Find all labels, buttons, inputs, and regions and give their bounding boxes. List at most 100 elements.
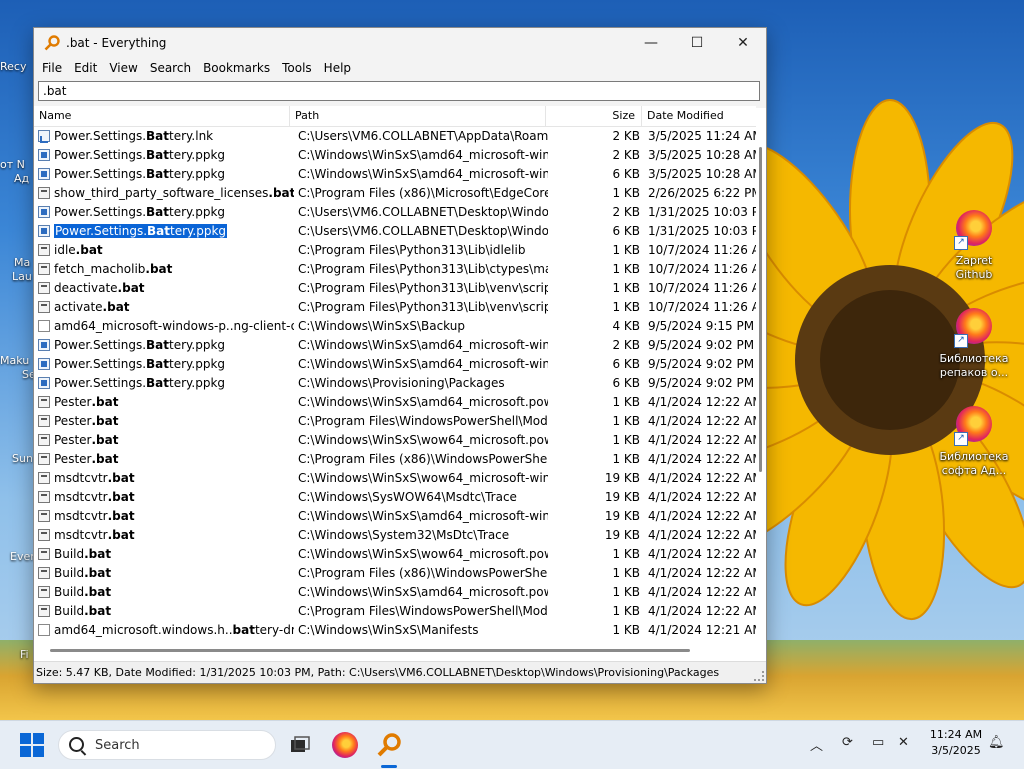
desktop-icon-label[interactable]: Maku xyxy=(0,354,29,367)
file-row[interactable]: msdtcvtr.bat C:\Windows\System32\MsDtc\Tr… xyxy=(34,526,756,545)
file-path: C:\Windows\WinSxS\amd64_microsoft-wind..… xyxy=(298,338,548,352)
file-row[interactable]: Pester.bat C:\Program Files (x86)\Windows… xyxy=(34,450,756,469)
file-row[interactable]: Power.Settings.Battery.ppkg C:\Users\VM6.… xyxy=(34,222,756,241)
menu-file[interactable]: File xyxy=(36,61,68,75)
firefox-shortcut-icon: ↗ xyxy=(954,406,994,446)
taskbar-search[interactable]: Search xyxy=(58,730,276,760)
file-row[interactable]: msdtcvtr.bat C:\Windows\WinSxS\amd64_micr… xyxy=(34,507,756,526)
file-bat-icon xyxy=(38,244,50,256)
file-row[interactable]: Build.bat C:\Windows\WinSxS\amd64_microso… xyxy=(34,583,756,602)
file-row[interactable]: Power.Settings.Battery.ppkg C:\Users\VM6.… xyxy=(34,203,756,222)
firefox-shortcut-icon: ↗ xyxy=(954,210,994,250)
desktop-icon-label[interactable]: Lau xyxy=(12,270,32,283)
file-row[interactable]: amd64_microsoft.windows.h..battery-driv.… xyxy=(34,621,756,640)
file-row[interactable]: Power.Settings.Battery.lnk C:\Users\VM6.C… xyxy=(34,127,756,146)
chevron-up-icon[interactable]: ︿ xyxy=(810,735,823,754)
file-row[interactable]: Pester.bat C:\Program Files\WindowsPowerS… xyxy=(34,412,756,431)
menu-edit[interactable]: Edit xyxy=(68,61,103,75)
desktop-icon-zapret[interactable]: ↗ Zapret Github xyxy=(936,208,1012,282)
file-row[interactable]: Build.bat C:\Windows\WinSxS\wow64_microso… xyxy=(34,545,756,564)
file-row[interactable]: Pester.bat C:\Windows\WinSxS\amd64_micros… xyxy=(34,393,756,412)
file-row[interactable]: Power.Settings.Battery.ppkg C:\Windows\Wi… xyxy=(34,355,756,374)
menu-help[interactable]: Help xyxy=(318,61,357,75)
desktop-icon-label[interactable]: Ever xyxy=(10,550,35,563)
file-bat-icon xyxy=(38,529,50,541)
file-bat-icon xyxy=(38,548,50,560)
file-name: msdtcvtr.bat xyxy=(54,528,135,542)
file-row[interactable]: idle.bat C:\Program Files\Python313\Lib\i… xyxy=(34,241,756,260)
file-row[interactable]: Pester.bat C:\Windows\WinSxS\wow64_micros… xyxy=(34,431,756,450)
close-button[interactable]: ✕ xyxy=(720,28,766,58)
file-ppkg-icon xyxy=(38,168,50,180)
file-row[interactable]: amd64_microsoft-windows-p..ng-client-o..… xyxy=(34,317,756,336)
file-row[interactable]: Build.bat C:\Program Files (x86)\WindowsP… xyxy=(34,564,756,583)
file-name: Pester.bat xyxy=(54,414,119,428)
file-bat-icon xyxy=(38,567,50,579)
column-name[interactable]: Name xyxy=(34,106,290,126)
vertical-scrollbar[interactable] xyxy=(756,127,762,645)
search-input[interactable] xyxy=(38,81,760,101)
file-row[interactable]: Power.Settings.Battery.ppkg C:\Windows\Wi… xyxy=(34,146,756,165)
desktop-icon-label[interactable]: Ма xyxy=(14,256,30,269)
menu-view[interactable]: View xyxy=(103,61,143,75)
menu-bookmarks[interactable]: Bookmarks xyxy=(197,61,276,75)
file-row[interactable]: msdtcvtr.bat C:\Windows\WinSxS\wow64_micr… xyxy=(34,469,756,488)
taskbar: Search ︿ ⟳ ▭ ✕ 11:24 AM 3/5/2025 🔔︎ xyxy=(0,720,1024,769)
file-date-modified: 9/5/2024 9:02 PM xyxy=(648,376,755,390)
menu-tools[interactable]: Tools xyxy=(276,61,318,75)
sync-icon[interactable]: ⟳ xyxy=(842,735,853,750)
file-row[interactable]: show_third_party_software_licenses.bat C:… xyxy=(34,184,756,203)
file-path: C:\Users\VM6.COLLABNET\Desktop\Window... xyxy=(298,205,548,219)
desktop-icon-repack-library[interactable]: ↗ Библиотека репаков о... xyxy=(936,306,1012,380)
everything-taskbar-icon[interactable] xyxy=(375,731,403,759)
maximize-button[interactable]: ☐ xyxy=(674,28,720,58)
resize-grip[interactable] xyxy=(754,671,764,681)
notification-bell-icon[interactable]: 🔔︎ xyxy=(988,735,1005,750)
desktop-icon-label[interactable]: Fi xyxy=(20,648,29,661)
system-clock[interactable]: 11:24 AM 3/5/2025 xyxy=(920,727,992,759)
file-bat-icon xyxy=(38,282,50,294)
desktop-icon-label[interactable]: Sun xyxy=(12,452,33,465)
menu-search[interactable]: Search xyxy=(144,61,197,75)
file-date-modified: 4/1/2024 12:22 AM xyxy=(648,528,756,542)
file-name: amd64_microsoft.windows.h..battery-driv.… xyxy=(54,623,294,637)
column-path[interactable]: Path xyxy=(290,106,546,126)
title-bar[interactable]: .bat - Everything — ☐ ✕ xyxy=(34,28,766,58)
minimize-button[interactable]: — xyxy=(628,28,674,58)
firefox-taskbar-icon[interactable] xyxy=(331,731,359,759)
desktop-icon-software-library[interactable]: ↗ Библиотека софта Ад... xyxy=(936,404,1012,478)
file-ppkg-icon xyxy=(38,206,50,218)
file-row[interactable]: Power.Settings.Battery.ppkg C:\Windows\Wi… xyxy=(34,336,756,355)
vertical-scroll-thumb[interactable] xyxy=(759,147,762,472)
file-name-cell: Power.Settings.Battery.ppkg xyxy=(38,146,294,165)
column-size[interactable]: Size xyxy=(546,106,642,126)
desktop-icon-label[interactable]: Recy xyxy=(0,60,26,73)
clock-date: 3/5/2025 xyxy=(931,744,981,757)
file-row[interactable]: Power.Settings.Battery.ppkg C:\Windows\Wi… xyxy=(34,165,756,184)
file-size: 6 KB xyxy=(612,167,640,181)
magnifier-app-icon xyxy=(44,35,60,51)
horizontal-scroll-thumb[interactable] xyxy=(50,649,690,652)
volume-muted-icon[interactable]: ✕ xyxy=(898,735,909,750)
start-button[interactable] xyxy=(20,733,44,757)
desktop-icon-label[interactable]: Ад xyxy=(14,172,29,185)
file-date-modified: 4/1/2024 12:22 AM xyxy=(648,490,756,504)
column-date-modified[interactable]: Date Modified xyxy=(642,106,756,126)
file-row[interactable]: deactivate.bat C:\Program Files\Python313… xyxy=(34,279,756,298)
file-path: C:\Windows\WinSxS\amd64_microsoft-wind..… xyxy=(298,167,548,181)
desktop-icon-label[interactable]: от N xyxy=(0,158,25,171)
file-row[interactable]: Build.bat C:\Program Files\WindowsPowerSh… xyxy=(34,602,756,621)
file-row[interactable]: Power.Settings.Battery.ppkg C:\Windows\Pr… xyxy=(34,374,756,393)
file-row[interactable]: msdtcvtr.bat C:\Windows\SysWOW64\Msdtc\Tr… xyxy=(34,488,756,507)
file-date-modified: 10/7/2024 11:26 AM xyxy=(648,262,756,276)
task-view-icon[interactable] xyxy=(286,731,314,759)
file-name: msdtcvtr.bat xyxy=(54,471,135,485)
file-path: C:\Windows\WinSxS\amd64_microsoft.powe..… xyxy=(298,395,548,409)
file-date-modified: 3/5/2025 10:28 AM xyxy=(648,148,756,162)
file-row[interactable]: activate.bat C:\Program Files\Python313\L… xyxy=(34,298,756,317)
network-icon[interactable]: ▭ xyxy=(872,735,884,750)
file-name: activate.bat xyxy=(54,300,130,314)
file-row[interactable]: fetch_macholib.bat C:\Program Files\Pytho… xyxy=(34,260,756,279)
file-path: C:\Windows\WinSxS\wow64_microsoft.powe..… xyxy=(298,547,548,561)
file-name-cell: Power.Settings.Battery.ppkg xyxy=(38,355,294,374)
